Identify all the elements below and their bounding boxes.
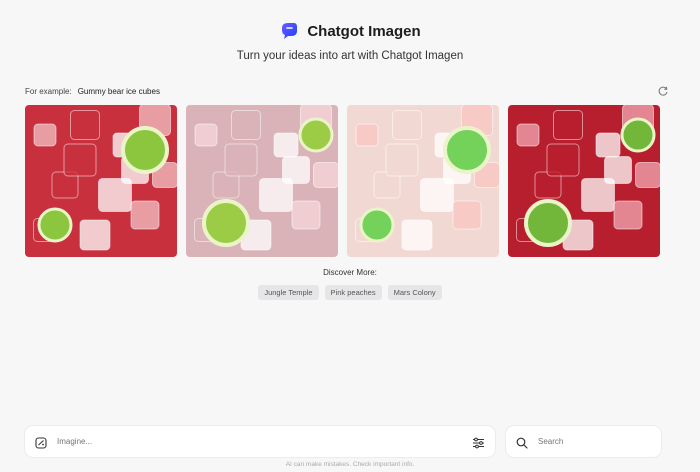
discover-chip[interactable]: Pink peaches	[324, 285, 382, 300]
image-gallery	[25, 105, 660, 257]
gallery-image[interactable]	[347, 105, 499, 257]
search-bar	[506, 426, 661, 457]
brand: Chatgot Imagen	[0, 20, 700, 42]
example-label: For example:	[25, 86, 72, 96]
chatgot-logo-icon	[279, 21, 299, 41]
discover-chips: Jungle Temple Pink peaches Mars Colony	[0, 285, 700, 300]
search-icon[interactable]	[516, 436, 528, 449]
prompt-input[interactable]	[55, 436, 472, 447]
image-prompt-icon[interactable]	[35, 436, 47, 449]
example-prompt[interactable]: Gummy bear ice cubes	[78, 87, 160, 96]
search-input[interactable]	[536, 436, 661, 447]
discover-label: Discover More:	[323, 268, 377, 277]
page-subtitle: Turn your ideas into art with Chatgot Im…	[236, 50, 464, 62]
gallery-image[interactable]	[25, 105, 177, 257]
disclaimer: AI can make mistakes. Check important in…	[285, 461, 415, 468]
discover-chip[interactable]: Jungle Temple	[258, 285, 319, 300]
gallery-image[interactable]	[186, 105, 338, 257]
discover-chip[interactable]: Mars Colony	[387, 285, 442, 300]
header: Chatgot Imagen	[0, 20, 700, 42]
settings-sliders-icon[interactable]	[472, 436, 485, 448]
page-title: Chatgot Imagen	[307, 22, 421, 40]
refresh-icon[interactable]	[657, 85, 669, 97]
prompt-bar	[25, 426, 495, 457]
example-row: For example: Gummy bear ice cubes	[25, 85, 675, 97]
gallery-image[interactable]	[508, 105, 660, 257]
